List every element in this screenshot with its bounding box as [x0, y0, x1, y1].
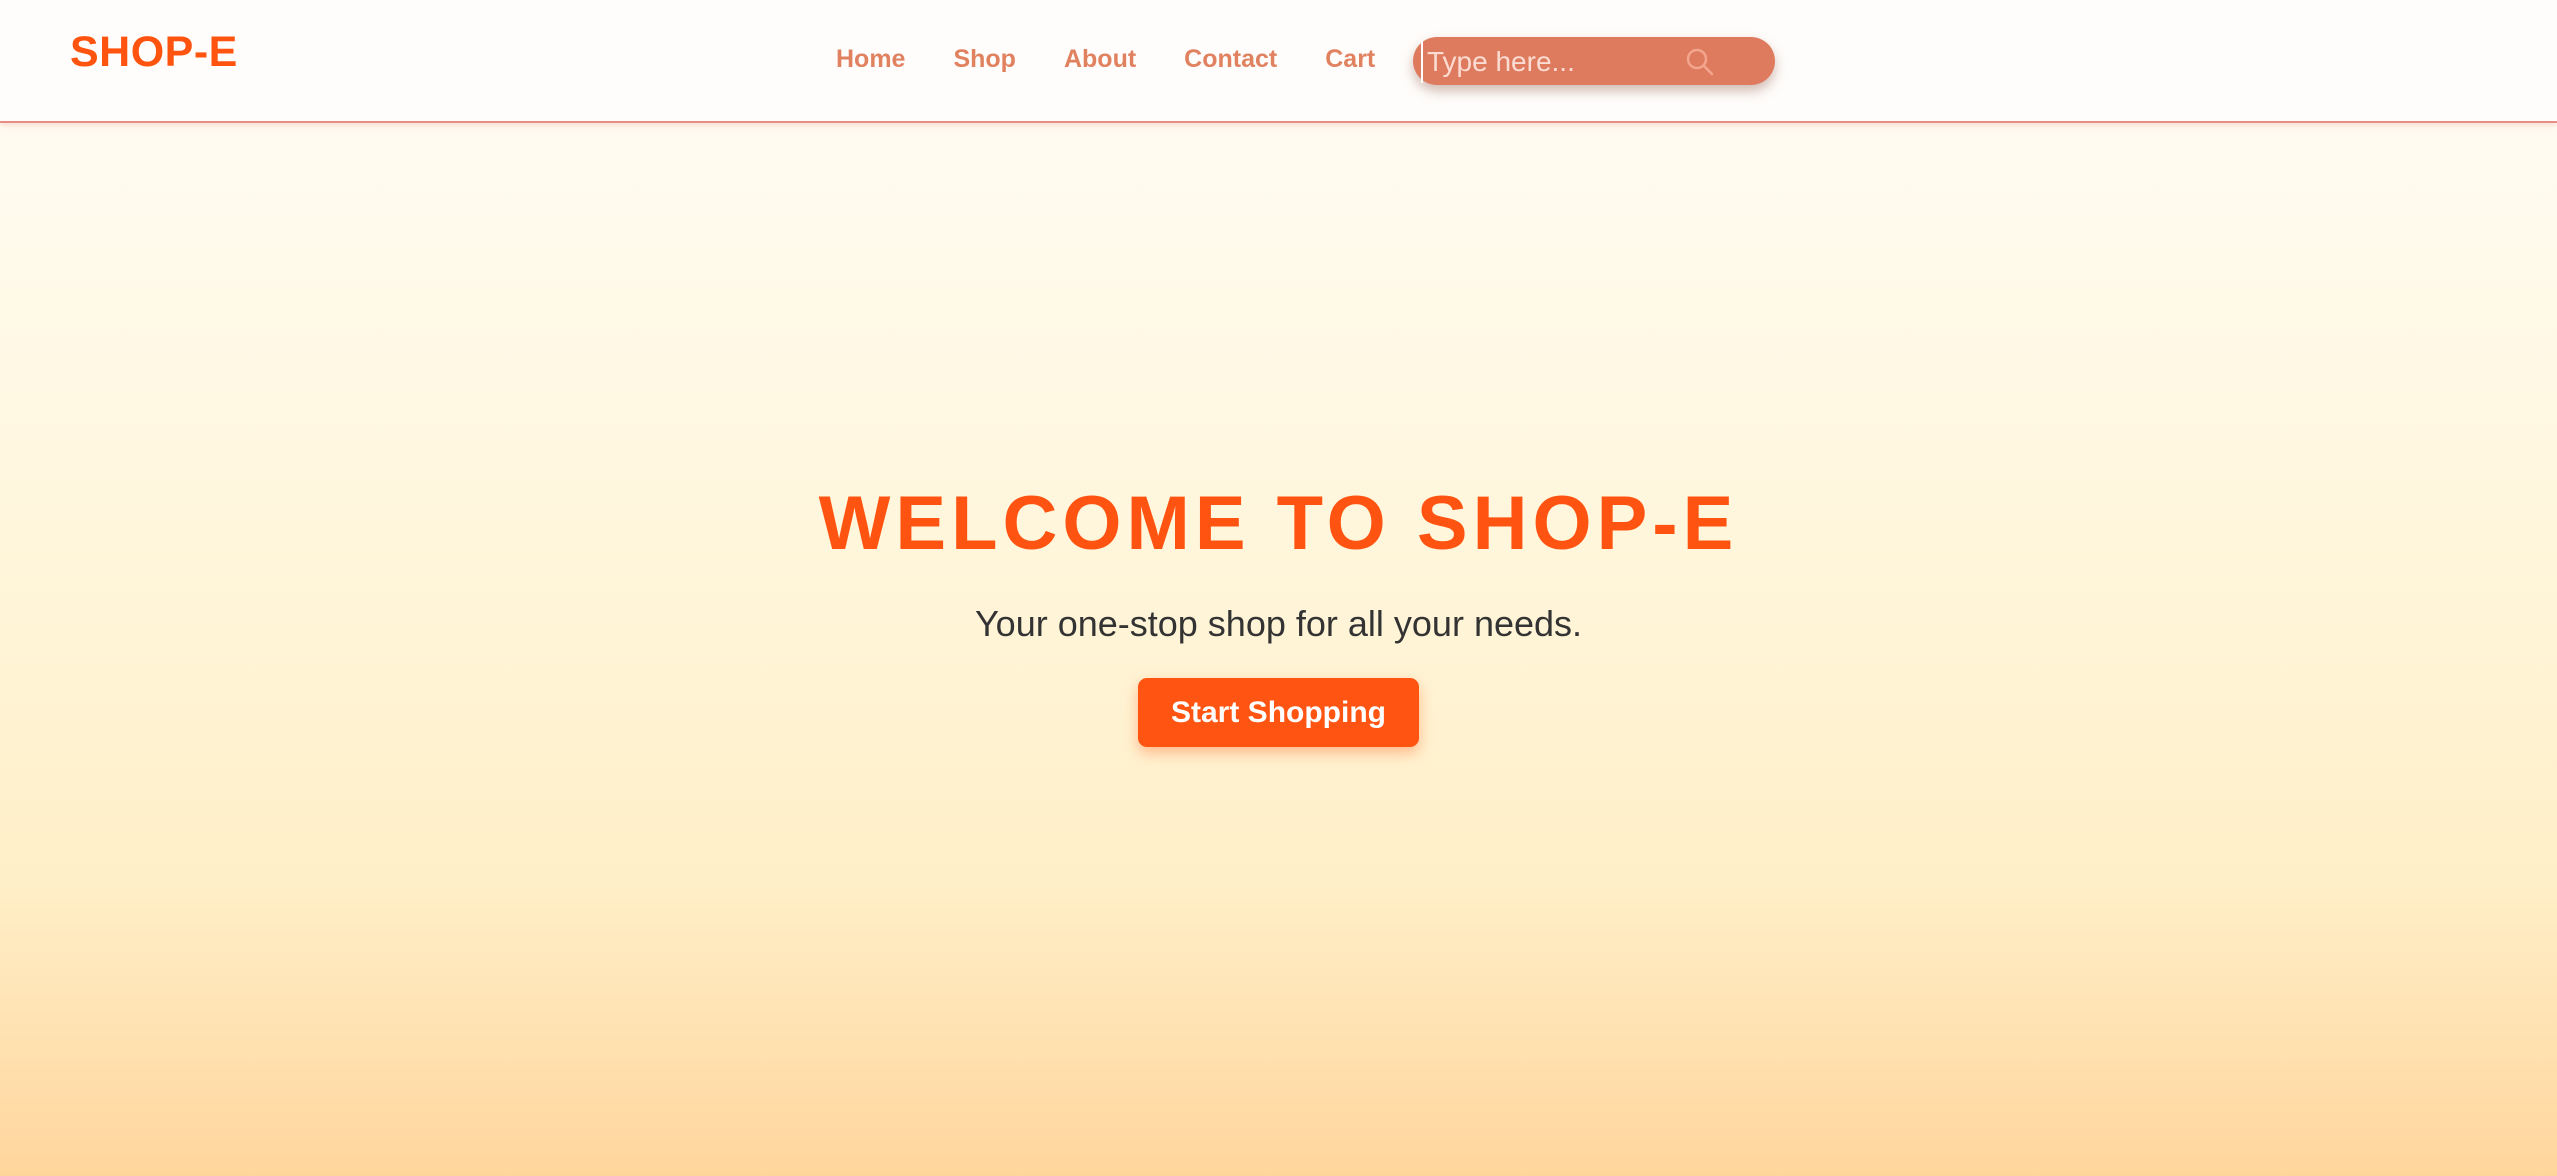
hero-section: WELCOME TO SHOP-E Your one-stop shop for…	[0, 123, 2557, 1176]
hero-title: WELCOME TO SHOP-E	[818, 481, 1739, 566]
start-shopping-button[interactable]: Start Shopping	[1138, 678, 1419, 747]
nav-link-shop[interactable]: Shop	[953, 47, 1016, 72]
nav-link-home[interactable]: Home	[836, 47, 905, 72]
brand-logo[interactable]: SHOP-E	[70, 31, 238, 74]
nav-link-cart[interactable]: Cart	[1325, 47, 1375, 72]
hero-subtitle: Your one-stop shop for all your needs.	[974, 603, 1583, 644]
navbar: SHOP-E Home Shop About Contact Cart	[0, 0, 2557, 123]
search-box	[1413, 37, 1775, 85]
search-input[interactable]	[1421, 41, 1689, 83]
nav-links: Home Shop About Contact Cart	[836, 47, 1375, 72]
search-icon[interactable]	[1684, 46, 1716, 78]
nav-link-contact[interactable]: Contact	[1184, 47, 1277, 72]
nav-link-about[interactable]: About	[1064, 47, 1136, 72]
